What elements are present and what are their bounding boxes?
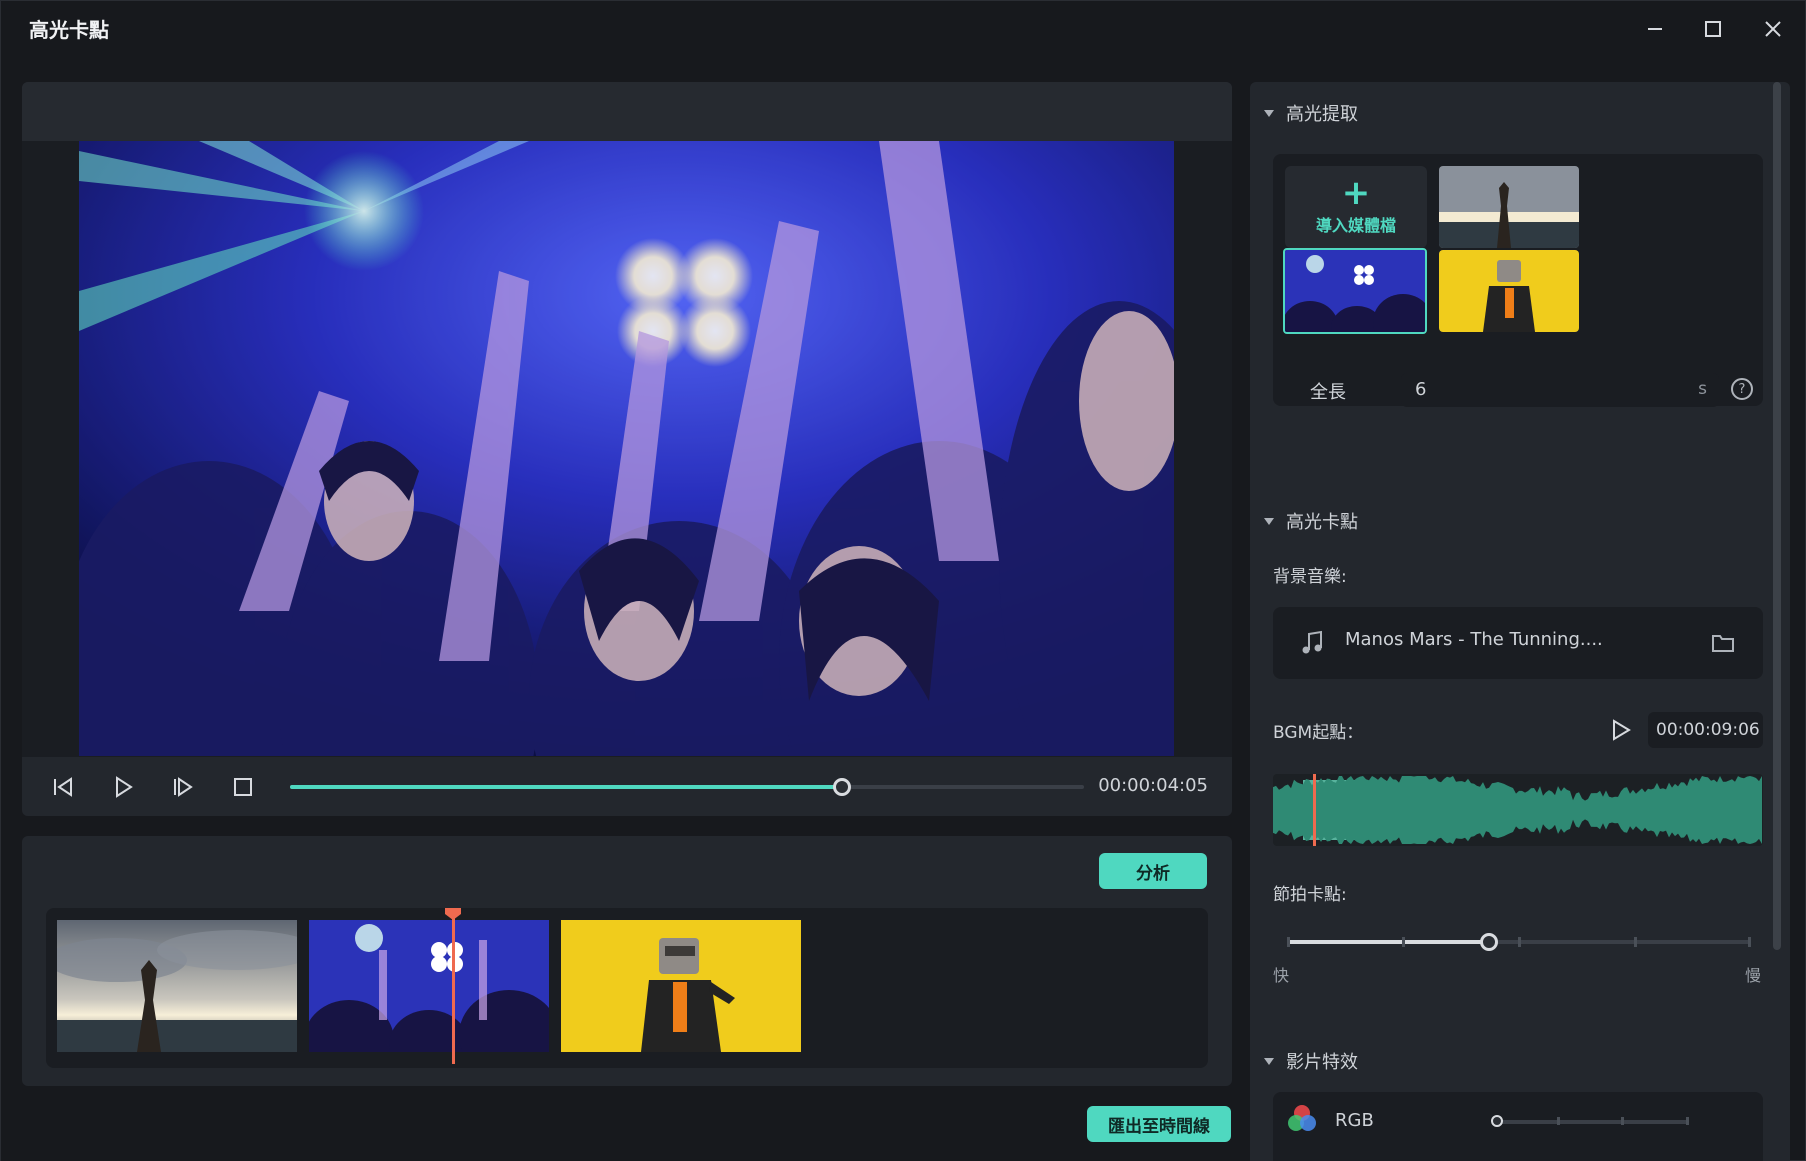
maximize-button[interactable] bbox=[1689, 9, 1737, 49]
section-beat-sync[interactable]: 高光卡點 bbox=[1264, 508, 1358, 534]
settings-scrollbar[interactable] bbox=[1773, 82, 1781, 950]
clips-panel: 分析 bbox=[22, 836, 1232, 1086]
progress-slider[interactable] bbox=[290, 778, 1084, 796]
rgb-effect-icon bbox=[1288, 1105, 1316, 1131]
window-title: 高光卡點 bbox=[29, 18, 109, 42]
section-video-effects[interactable]: 影片特效 bbox=[1264, 1048, 1358, 1074]
duration-input[interactable]: 6 s bbox=[1401, 373, 1719, 407]
plus-icon: + bbox=[1341, 173, 1371, 213]
progress-fill bbox=[290, 785, 842, 789]
rgb-tick bbox=[1686, 1117, 1689, 1125]
preview-header bbox=[22, 82, 1232, 141]
media-library: + 導入媒體檔 bbox=[1273, 154, 1763, 406]
collapse-triangle-icon bbox=[1264, 517, 1274, 525]
media-thumb-yellow-dancer[interactable] bbox=[1439, 250, 1579, 332]
rgb-slider[interactable] bbox=[1497, 1120, 1689, 1124]
sunset-dancer-image bbox=[57, 920, 297, 1052]
audio-waveform-graphic bbox=[1273, 774, 1762, 846]
playhead-handle[interactable] bbox=[445, 908, 461, 920]
bgm-waveform[interactable] bbox=[1273, 774, 1763, 846]
beat-tick bbox=[1634, 937, 1637, 947]
help-icon[interactable]: ? bbox=[1731, 378, 1753, 400]
bgm-play-icon[interactable] bbox=[1610, 719, 1632, 741]
beat-tick bbox=[1518, 937, 1521, 947]
import-media-button[interactable]: + 導入媒體檔 bbox=[1285, 166, 1427, 248]
concert-crowd-thumbnail bbox=[309, 920, 549, 1052]
play-button[interactable] bbox=[104, 768, 142, 806]
next-frame-button[interactable] bbox=[164, 768, 202, 806]
media-thumb-sunset[interactable] bbox=[1439, 166, 1579, 248]
beat-slider-handle[interactable] bbox=[1479, 933, 1498, 951]
clip-yellow-dancer[interactable] bbox=[561, 920, 801, 1052]
rgb-label: RGB bbox=[1335, 1110, 1374, 1131]
clip-playhead[interactable] bbox=[452, 916, 455, 1064]
beat-tick bbox=[1402, 937, 1405, 947]
prev-frame-button[interactable] bbox=[44, 768, 82, 806]
rgb-effect-row[interactable]: RGB bbox=[1273, 1092, 1763, 1161]
collapse-triangle-icon bbox=[1264, 109, 1274, 117]
beat-label: 節拍卡點: bbox=[1273, 885, 1347, 905]
music-note-icon bbox=[1302, 630, 1322, 654]
collapse-triangle-icon bbox=[1264, 1057, 1274, 1065]
transport-bar: 00:00:04:05 bbox=[22, 757, 1232, 816]
beat-slider-fill bbox=[1287, 940, 1489, 944]
bgm-start-time-field[interactable]: 00:00:09:06 bbox=[1648, 712, 1763, 748]
play-icon bbox=[116, 776, 133, 798]
title-bar: 高光卡點 bbox=[1, 1, 1805, 57]
background-music-field[interactable]: Manos Mars - The Tunning.... bbox=[1273, 607, 1763, 679]
video-area bbox=[22, 141, 1232, 816]
bgm-start-label: BGM起點： bbox=[1273, 723, 1364, 743]
previous-frame-icon bbox=[54, 777, 72, 797]
yellow-dancer-image bbox=[561, 920, 801, 1052]
slow-label: 慢 bbox=[1745, 966, 1762, 985]
minimize-icon bbox=[1648, 28, 1662, 30]
section-title: 高光提取 bbox=[1286, 104, 1358, 125]
minimize-button[interactable] bbox=[1631, 9, 1679, 49]
close-icon bbox=[1765, 21, 1781, 37]
sunset-dancer-thumbnail bbox=[1439, 166, 1579, 248]
stop-button[interactable] bbox=[224, 768, 262, 806]
analyze-button[interactable]: 分析 bbox=[1099, 853, 1207, 889]
section-highlight-extract[interactable]: 高光提取 bbox=[1264, 100, 1358, 126]
duration-label: 全長 bbox=[1310, 382, 1346, 403]
section-title: 影片特效 bbox=[1286, 1052, 1358, 1073]
preview-panel: 00:00:04:05 bbox=[22, 82, 1232, 816]
duration-unit: s bbox=[1698, 379, 1707, 399]
media-thumb-concert-selected[interactable] bbox=[1283, 248, 1427, 334]
next-frame-icon bbox=[174, 777, 193, 797]
music-name: Manos Mars - The Tunning.... bbox=[1345, 629, 1603, 650]
close-button[interactable] bbox=[1749, 9, 1797, 49]
rgb-slider-handle[interactable] bbox=[1491, 1115, 1503, 1127]
settings-panel: 高光提取 + 導入媒體檔 全長 6 s ? 高光卡點 背景音樂: Manos M… bbox=[1250, 82, 1790, 1161]
footer-bar: 匯出至時間線 bbox=[1, 1089, 1250, 1161]
bgm-label: 背景音樂: bbox=[1273, 567, 1347, 587]
section-title: 高光卡點 bbox=[1286, 512, 1358, 533]
clips-track bbox=[46, 908, 1208, 1068]
clip-sunset-dancer[interactable] bbox=[57, 920, 297, 1052]
export-to-timeline-button[interactable]: 匯出至時間線 bbox=[1087, 1106, 1231, 1142]
clip-concert-crowd[interactable] bbox=[309, 920, 549, 1052]
duration-value: 6 bbox=[1415, 379, 1427, 400]
current-timecode: 00:00:04:05 bbox=[1098, 775, 1208, 796]
video-frame bbox=[79, 141, 1174, 756]
import-media-label: 導入媒體檔 bbox=[1315, 216, 1396, 235]
concert-crowd-thumbnail bbox=[1285, 250, 1425, 332]
folder-icon[interactable] bbox=[1711, 632, 1737, 654]
beat-tick bbox=[1287, 937, 1290, 947]
stop-icon bbox=[234, 778, 252, 796]
rgb-tick bbox=[1557, 1117, 1560, 1125]
beat-tick bbox=[1748, 937, 1751, 947]
bgm-start-time: 00:00:09:06 bbox=[1656, 720, 1760, 740]
concert-crowd-image bbox=[79, 141, 1174, 756]
fast-label: 快 bbox=[1273, 966, 1290, 985]
rgb-tick bbox=[1621, 1117, 1624, 1125]
highlight-sync-window: 高光卡點 00:00:04:05 分析 匯出至時間線 高光提取 + 導入媒體檔 … bbox=[0, 0, 1806, 1161]
progress-handle[interactable] bbox=[832, 778, 851, 796]
yellow-dancer-thumbnail bbox=[1439, 250, 1579, 332]
maximize-icon bbox=[1705, 21, 1721, 37]
